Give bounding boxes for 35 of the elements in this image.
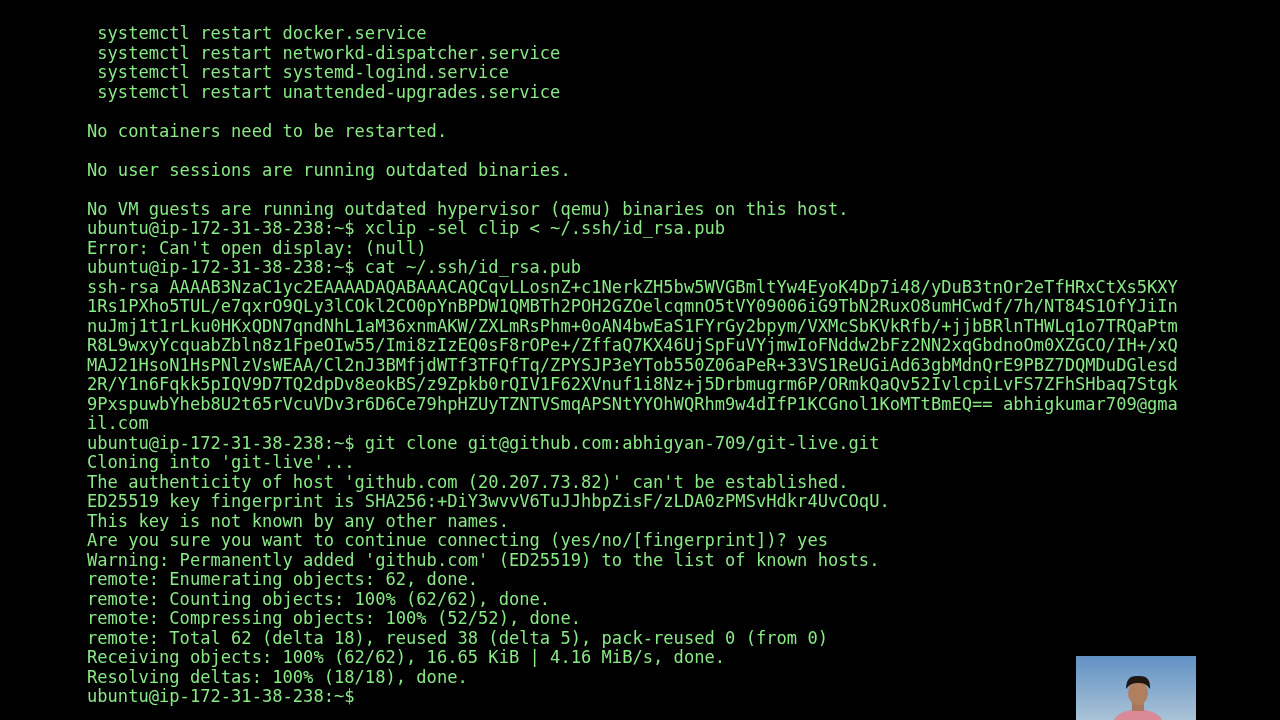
output-line: No VM guests are running outdated hypervisor (qemu) binaries on this host. [87, 199, 850, 219]
output-line: R8L9wxyYcquabZbln8z1FpeOIw55/Imi8zIzEQ0sF8rOPe+/ZffaQ7KX46UjSpFuVYjmwIoFNddw2bFz2NN2xqGbdnoOm0XZGCO/IH+/xQ [87, 336, 1179, 356]
output-line: Are you sure you want to continue connecting (yes/no/[fingerprint])? yes [87, 531, 829, 551]
output-line: ssh-rsa AAAAB3NzaC1yc2EAAAADAQABAAACAQCqvLLosnZ+c1NerkZH5bw5WVGBmltYw4EyoK4Dp7i48/yDuB3tnOr2eTfHRxCtXs5KXY [87, 277, 1179, 297]
output-line: Error: Can't open display: (null) [87, 238, 428, 258]
shell-prompt: ubuntu@ip-172-31-38-238:~$ [87, 257, 355, 277]
output-line: systemctl restart systemd-logind.service [96, 63, 509, 83]
output-line: remote: Counting objects: 100% (62/62), done. [87, 589, 552, 609]
output-line: The authenticity of host 'github.com (20.207.73.82)' can't be established. [87, 472, 850, 492]
output-line: 1Rs1PXho5TUL/e7qxrO9QLy3lCOkl2CO0pYnBPDW1QMBTh2POH2GZOelcqmnO5tVY09006iG9TbN2RuxO8umHCwdf/7h/NT84S1OfYJiIn [87, 297, 1179, 317]
output-line: nuJmj1t1rLku0HKxQDN7qndNhL1aM36xnmAKW/ZXLmRsPhm+0oAN4bwEaS1FYrGy2bpym/VXMcSbKVkRfb/+jjbBRlnTHWLq1o7TRQaPtm [87, 316, 1179, 336]
output-line: systemctl restart unattended-upgrades.service [96, 82, 562, 102]
output-line: Warning: Permanently added 'github.com' (ED25519) to the list of known hosts. [87, 550, 881, 570]
output-line: systemctl restart networkd-dispatcher.service [96, 43, 562, 63]
output-line: Resolving deltas: 100% (18/18), done. [87, 667, 469, 687]
output-line: ED25519 key fingerprint is SHA256:+DiY3wvvV6TuJJhbpZisF/zLDA0zPMSvHdkr4UvCOqU. [87, 492, 891, 512]
output-line: Receiving objects: 100% (62/62), 16.65 KiB | 4.16 MiB/s, done. [87, 648, 727, 668]
command-text: xclip -sel clip < ~/.ssh/id_rsa.pub [364, 218, 726, 238]
output-line: This key is not known by any other names. [87, 511, 509, 531]
output-line: remote: Compressing objects: 100% (52/52), done. [87, 609, 582, 629]
shell-prompt: ubuntu@ip-172-31-38-238:~$ [87, 686, 355, 706]
output-line: No containers need to be restarted. [87, 121, 449, 141]
output-line: MAJ21HsoN1HsPNlzVsWEAA/Cl2nJ3BMfjdWTf3TFQfTq/ZPYSJP3eYTob550Z06aPeR+33VS1ReUGiAd63gbMdnQrE9PBZ7DQMDuDGlesd [87, 355, 1179, 375]
shell-prompt: ubuntu@ip-172-31-38-238:~$ [87, 432, 355, 453]
shell-prompt: ubuntu@ip-172-31-38-238:~$ [87, 218, 355, 238]
output-line: No user sessions are running outdated binaries. [87, 160, 572, 180]
output-line: 9PxspuwbYheb8U2t65rVcuVDv3r6D6Ce79hpHZUyTZNTVSmqAPSNtYYOhWQRhm9w4dIfP1KCGnol1KoMTtBmEQ== abhigkumar709@gma [87, 394, 1179, 414]
command-text: cat ~/.ssh/id_rsa.pub [364, 257, 581, 277]
output-line: Cloning into 'git-live'... [87, 453, 356, 473]
output-line: remote: Total 62 (delta 18), reused 38 (delta 5), pack-reused 0 (from 0) [87, 628, 829, 648]
output-line: remote: Enumerating objects: 62, done. [87, 570, 479, 590]
output-line: 2R/Y1n6Fqkk5pIQV9D7TQ2dpDv8eokBS/z9Zpkb0rQIV1F62XVnuf1i8Nz+j5Drbmugrm6P/ORmkQaQv52IvlcpiLvFS7ZFhSHbaq7Stgk [87, 375, 1179, 395]
output-line: il.com [87, 414, 149, 434]
command-text: git clone git@github.com:abhigyan-709/git-live.git [364, 432, 880, 453]
output-line: systemctl restart docker.service [96, 24, 428, 44]
